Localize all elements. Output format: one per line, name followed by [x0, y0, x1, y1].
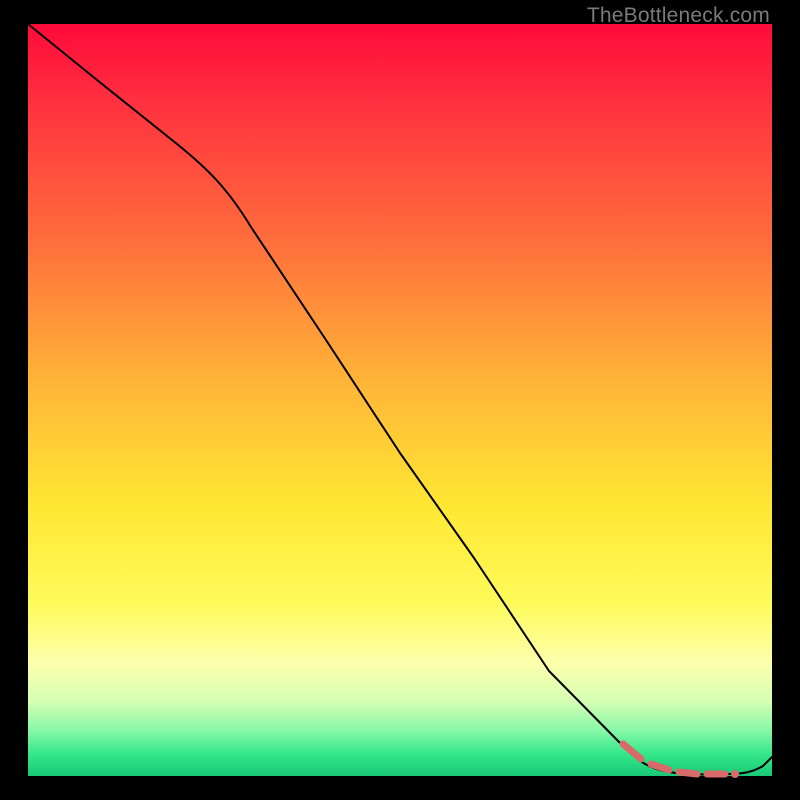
curve-svg: [28, 24, 772, 776]
main-curve: [28, 24, 772, 775]
chart-frame: TheBottleneck.com: [0, 0, 800, 800]
plot-area: [28, 24, 772, 776]
highlight-range: [623, 744, 739, 778]
highlight-end-dot: [731, 770, 739, 778]
